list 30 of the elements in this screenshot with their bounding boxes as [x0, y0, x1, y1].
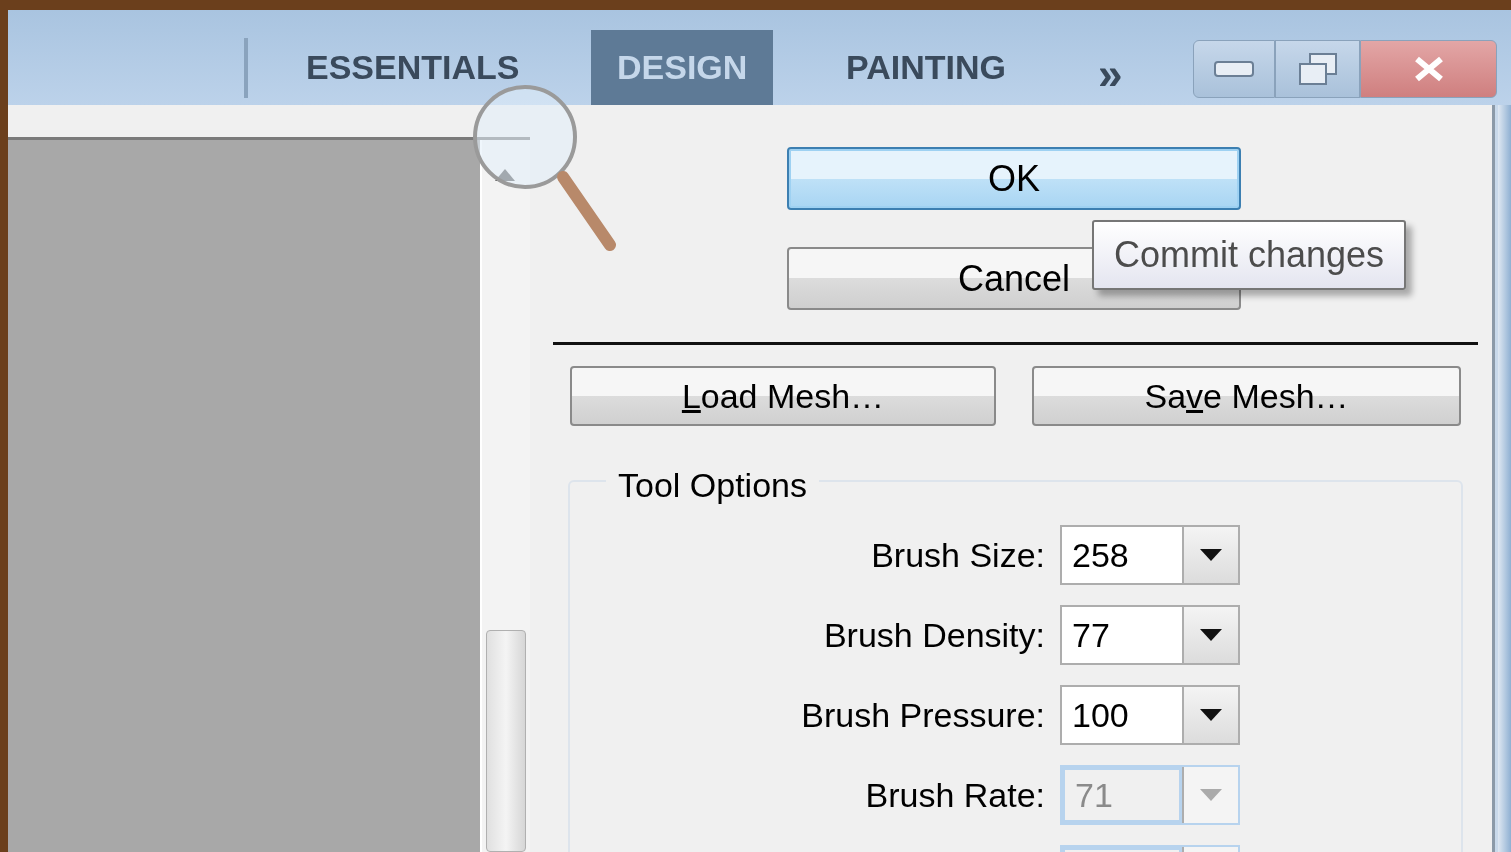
dropdown-arrow-icon [1200, 629, 1222, 641]
dropdown-button[interactable] [1184, 607, 1238, 663]
close-icon [1413, 56, 1444, 82]
field-label: Brush Rate: [864, 774, 1045, 816]
field-label: Brush Size: [870, 534, 1045, 576]
field-label: Brush Density: [822, 614, 1045, 656]
dropdown-arrow-icon [1200, 549, 1222, 561]
minimize-button[interactable] [1193, 40, 1275, 98]
restore-button[interactable] [1275, 40, 1360, 98]
dropdown-arrow-icon [1200, 709, 1222, 721]
more-workspaces-button[interactable]: » [1098, 52, 1123, 96]
dropdown-button[interactable] [1184, 527, 1238, 583]
scrollbar-thumb[interactable] [486, 630, 526, 852]
combo-box[interactable]: 77 [1060, 605, 1240, 665]
save-mesh-button[interactable]: Save Mesh… [1032, 366, 1461, 426]
workspace-tab[interactable]: ESSENTIALS [280, 30, 546, 105]
dropdown-arrow-icon [1200, 789, 1222, 801]
combo-box[interactable]: 258 [1060, 525, 1240, 585]
dropdown-button[interactable] [1184, 687, 1238, 743]
scrollbar[interactable] [480, 140, 530, 852]
field-label: Brush Pressure: [800, 694, 1045, 736]
ok-button[interactable]: OK [787, 147, 1241, 210]
load-mesh-button[interactable]: Load Mesh… [570, 366, 996, 426]
close-button[interactable] [1360, 40, 1497, 98]
tooltip: Commit changes [1092, 220, 1407, 290]
minimize-icon [1214, 61, 1254, 77]
restore-icon [1297, 52, 1338, 86]
combo-box[interactable]: 100 [1060, 685, 1240, 745]
scroll-up-icon[interactable] [495, 169, 515, 181]
workspace-tab[interactable]: PAINTING [820, 30, 1032, 105]
